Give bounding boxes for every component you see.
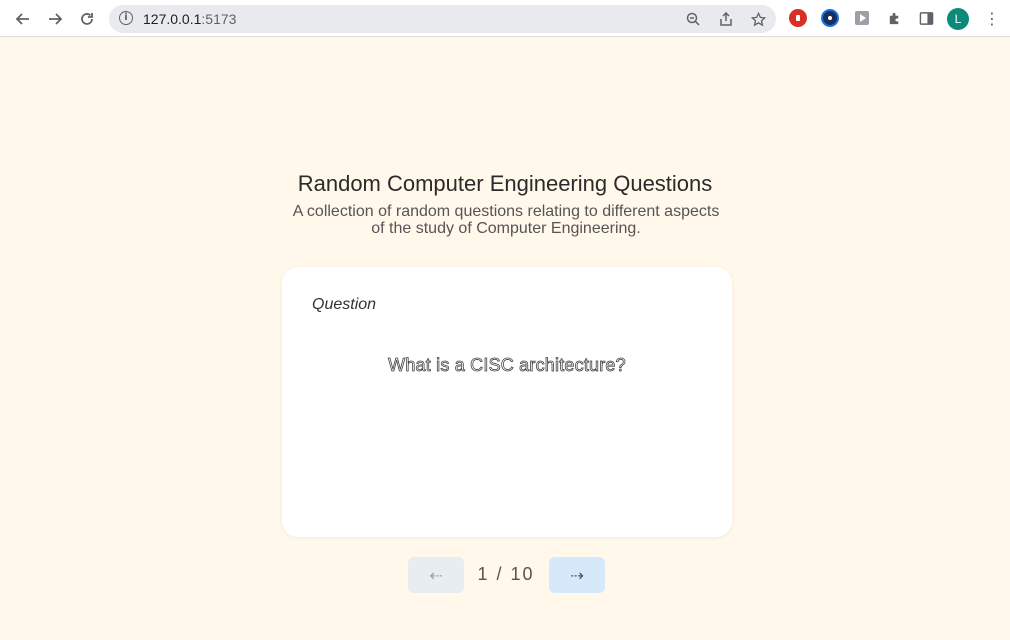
card-label: Question — [312, 296, 377, 313]
address-bar[interactable]: i 127.0.0.1:5173 — [109, 5, 776, 33]
profile-avatar[interactable]: L — [947, 8, 969, 30]
side-panel-icon[interactable] — [917, 9, 935, 27]
card-question: What is a CISC architecture? — [388, 355, 626, 376]
puzzle-icon[interactable] — [885, 9, 903, 27]
browser-toolbar: i 127.0.0.1:5173 L ⋮ — [0, 0, 1010, 37]
extension-play-icon[interactable] — [853, 9, 871, 27]
back-icon[interactable] — [12, 8, 34, 30]
share-icon[interactable] — [716, 9, 736, 29]
reload-icon[interactable] — [76, 8, 98, 30]
forward-icon[interactable] — [44, 8, 66, 30]
page-title: Random Computer Engineering Questions — [297, 171, 713, 196]
card-counter: 1 / 10 — [477, 564, 535, 584]
flashcard[interactable]: Question What is a CISC architecture? — [282, 267, 732, 537]
extension-stop-icon[interactable] — [789, 9, 807, 27]
info-icon[interactable]: i — [119, 11, 133, 25]
zoom-icon[interactable] — [683, 9, 703, 29]
avatar-letter: L — [954, 12, 962, 26]
extension-eye-icon[interactable] — [821, 9, 839, 27]
arrow-right-icon: ⇢ — [570, 565, 584, 585]
star-icon[interactable] — [748, 9, 768, 29]
more-vert-icon[interactable]: ⋮ — [984, 8, 1000, 30]
previous-button[interactable]: ⇠ — [408, 557, 464, 593]
arrow-left-icon: ⇠ — [429, 565, 443, 585]
next-button[interactable]: ⇢ — [549, 557, 605, 593]
url-text[interactable]: 127.0.0.1:5173 — [143, 11, 236, 27]
page-subtitle: A collection of random questions relatin… — [292, 203, 720, 237]
